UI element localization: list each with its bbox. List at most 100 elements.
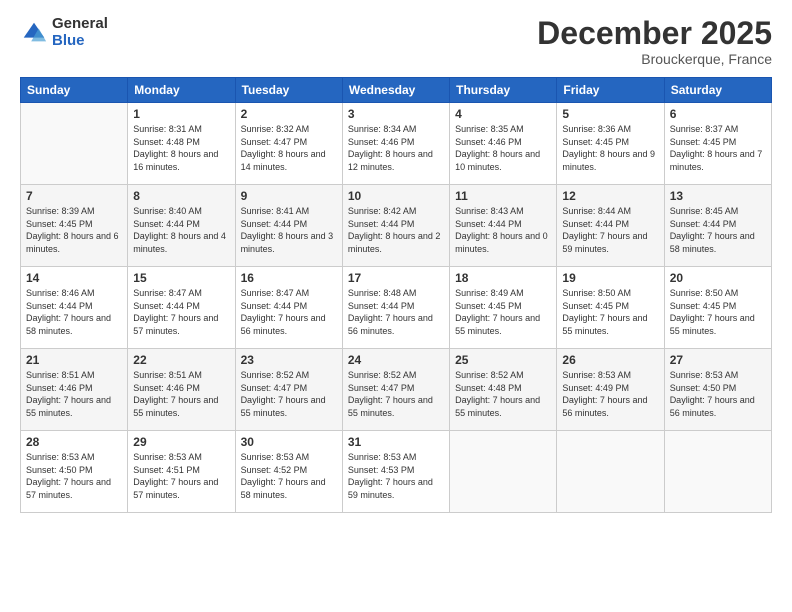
calendar-cell <box>664 431 771 513</box>
calendar-cell: 18 Sunrise: 8:49 AMSunset: 4:45 PMDayligh… <box>450 267 557 349</box>
day-detail: Sunrise: 8:47 AMSunset: 4:44 PMDaylight:… <box>133 287 229 337</box>
day-detail: Sunrise: 8:32 AMSunset: 4:47 PMDaylight:… <box>241 123 337 173</box>
calendar-header: SundayMondayTuesdayWednesdayThursdayFrid… <box>21 78 772 103</box>
calendar-cell: 3 Sunrise: 8:34 AMSunset: 4:46 PMDaylight… <box>342 103 449 185</box>
calendar-title: December 2025 <box>537 16 772 51</box>
day-number: 13 <box>670 189 766 203</box>
day-number: 21 <box>26 353 122 367</box>
calendar-cell: 19 Sunrise: 8:50 AMSunset: 4:45 PMDayligh… <box>557 267 664 349</box>
header-row: SundayMondayTuesdayWednesdayThursdayFrid… <box>21 78 772 103</box>
day-detail: Sunrise: 8:36 AMSunset: 4:45 PMDaylight:… <box>562 123 658 173</box>
day-detail: Sunrise: 8:51 AMSunset: 4:46 PMDaylight:… <box>133 369 229 419</box>
day-detail: Sunrise: 8:50 AMSunset: 4:45 PMDaylight:… <box>562 287 658 337</box>
calendar-subtitle: Brouckerque, France <box>537 51 772 67</box>
calendar-cell: 16 Sunrise: 8:47 AMSunset: 4:44 PMDayligh… <box>235 267 342 349</box>
calendar-cell: 2 Sunrise: 8:32 AMSunset: 4:47 PMDaylight… <box>235 103 342 185</box>
calendar-cell: 7 Sunrise: 8:39 AMSunset: 4:45 PMDaylight… <box>21 185 128 267</box>
calendar-cell: 26 Sunrise: 8:53 AMSunset: 4:49 PMDayligh… <box>557 349 664 431</box>
day-number: 15 <box>133 271 229 285</box>
day-detail: Sunrise: 8:41 AMSunset: 4:44 PMDaylight:… <box>241 205 337 255</box>
calendar-cell: 11 Sunrise: 8:43 AMSunset: 4:44 PMDayligh… <box>450 185 557 267</box>
calendar-body: 1Sunrise: 8:31 AMSunset: 4:48 PMDaylight… <box>21 103 772 513</box>
calendar-cell: 15 Sunrise: 8:47 AMSunset: 4:44 PMDayligh… <box>128 267 235 349</box>
day-number: 20 <box>670 271 766 285</box>
day-detail: Sunrise: 8:53 AMSunset: 4:53 PMDaylight:… <box>348 451 444 501</box>
calendar-cell: 9 Sunrise: 8:41 AMSunset: 4:44 PMDaylight… <box>235 185 342 267</box>
day-number: 10 <box>348 189 444 203</box>
day-number: 18 <box>455 271 551 285</box>
day-detail: Sunrise: 8:43 AMSunset: 4:44 PMDaylight:… <box>455 205 551 255</box>
day-detail: Sunrise: 8:37 AMSunset: 4:45 PMDaylight:… <box>670 123 766 173</box>
day-number: 11 <box>455 189 551 203</box>
calendar-cell: 8 Sunrise: 8:40 AMSunset: 4:44 PMDaylight… <box>128 185 235 267</box>
logo-text: General Blue <box>52 16 108 49</box>
weekday-header: Monday <box>128 78 235 103</box>
day-number: 17 <box>348 271 444 285</box>
calendar-week-row: 21 Sunrise: 8:51 AMSunset: 4:46 PMDayligh… <box>21 349 772 431</box>
calendar-cell <box>21 103 128 185</box>
calendar-week-row: 7 Sunrise: 8:39 AMSunset: 4:45 PMDaylight… <box>21 185 772 267</box>
day-number: 4 <box>455 107 551 121</box>
calendar-cell: 31 Sunrise: 8:53 AMSunset: 4:53 PMDayligh… <box>342 431 449 513</box>
day-detail: Sunrise: 8:52 AMSunset: 4:48 PMDaylight:… <box>455 369 551 419</box>
calendar-cell: 30 Sunrise: 8:53 AMSunset: 4:52 PMDayligh… <box>235 431 342 513</box>
calendar-cell <box>557 431 664 513</box>
calendar-week-row: 14 Sunrise: 8:46 AMSunset: 4:44 PMDayligh… <box>21 267 772 349</box>
day-detail: Sunrise: 8:34 AMSunset: 4:46 PMDaylight:… <box>348 123 444 173</box>
day-number: 25 <box>455 353 551 367</box>
weekday-header: Sunday <box>21 78 128 103</box>
weekday-header: Saturday <box>664 78 771 103</box>
page: General Blue December 2025 Brouckerque, … <box>0 0 792 612</box>
weekday-header: Friday <box>557 78 664 103</box>
day-detail: Sunrise: 8:40 AMSunset: 4:44 PMDaylight:… <box>133 205 229 255</box>
day-number: 19 <box>562 271 658 285</box>
day-number: 27 <box>670 353 766 367</box>
logo: General Blue <box>20 16 108 49</box>
calendar-cell: 29Sunrise: 8:53 AMSunset: 4:51 PMDayligh… <box>128 431 235 513</box>
day-number: 14 <box>26 271 122 285</box>
day-number: 2 <box>241 107 337 121</box>
calendar-cell: 23Sunrise: 8:52 AMSunset: 4:47 PMDayligh… <box>235 349 342 431</box>
calendar-cell: 14 Sunrise: 8:46 AMSunset: 4:44 PMDayligh… <box>21 267 128 349</box>
day-number: 3 <box>348 107 444 121</box>
day-number: 29 <box>133 435 229 449</box>
day-detail: Sunrise: 8:35 AMSunset: 4:46 PMDaylight:… <box>455 123 551 173</box>
weekday-header: Tuesday <box>235 78 342 103</box>
calendar-cell: 21 Sunrise: 8:51 AMSunset: 4:46 PMDayligh… <box>21 349 128 431</box>
logo-blue: Blue <box>52 33 108 50</box>
day-number: 28 <box>26 435 122 449</box>
day-number: 9 <box>241 189 337 203</box>
calendar-week-row: 1Sunrise: 8:31 AMSunset: 4:48 PMDaylight… <box>21 103 772 185</box>
day-number: 26 <box>562 353 658 367</box>
day-detail: Sunrise: 8:31 AMSunset: 4:48 PMDaylight:… <box>133 123 229 173</box>
day-detail: Sunrise: 8:47 AMSunset: 4:44 PMDaylight:… <box>241 287 337 337</box>
day-detail: Sunrise: 8:45 AMSunset: 4:44 PMDaylight:… <box>670 205 766 255</box>
day-detail: Sunrise: 8:51 AMSunset: 4:46 PMDaylight:… <box>26 369 122 419</box>
day-number: 8 <box>133 189 229 203</box>
day-number: 7 <box>26 189 122 203</box>
calendar-cell: 20Sunrise: 8:50 AMSunset: 4:45 PMDayligh… <box>664 267 771 349</box>
day-detail: Sunrise: 8:42 AMSunset: 4:44 PMDaylight:… <box>348 205 444 255</box>
day-detail: Sunrise: 8:46 AMSunset: 4:44 PMDaylight:… <box>26 287 122 337</box>
day-number: 16 <box>241 271 337 285</box>
calendar-table: SundayMondayTuesdayWednesdayThursdayFrid… <box>20 77 772 513</box>
day-detail: Sunrise: 8:39 AMSunset: 4:45 PMDaylight:… <box>26 205 122 255</box>
day-detail: Sunrise: 8:53 AMSunset: 4:50 PMDaylight:… <box>670 369 766 419</box>
calendar-cell: 22Sunrise: 8:51 AMSunset: 4:46 PMDayligh… <box>128 349 235 431</box>
day-detail: Sunrise: 8:52 AMSunset: 4:47 PMDaylight:… <box>348 369 444 419</box>
day-number: 5 <box>562 107 658 121</box>
day-number: 31 <box>348 435 444 449</box>
day-detail: Sunrise: 8:53 AMSunset: 4:52 PMDaylight:… <box>241 451 337 501</box>
day-number: 24 <box>348 353 444 367</box>
day-number: 30 <box>241 435 337 449</box>
calendar-cell: 4 Sunrise: 8:35 AMSunset: 4:46 PMDaylight… <box>450 103 557 185</box>
calendar-cell: 5 Sunrise: 8:36 AMSunset: 4:45 PMDaylight… <box>557 103 664 185</box>
calendar-cell: 25 Sunrise: 8:52 AMSunset: 4:48 PMDayligh… <box>450 349 557 431</box>
day-detail: Sunrise: 8:49 AMSunset: 4:45 PMDaylight:… <box>455 287 551 337</box>
day-detail: Sunrise: 8:48 AMSunset: 4:44 PMDaylight:… <box>348 287 444 337</box>
weekday-header: Thursday <box>450 78 557 103</box>
day-detail: Sunrise: 8:44 AMSunset: 4:44 PMDaylight:… <box>562 205 658 255</box>
calendar-cell <box>450 431 557 513</box>
calendar-week-row: 28Sunrise: 8:53 AMSunset: 4:50 PMDayligh… <box>21 431 772 513</box>
day-detail: Sunrise: 8:53 AMSunset: 4:49 PMDaylight:… <box>562 369 658 419</box>
